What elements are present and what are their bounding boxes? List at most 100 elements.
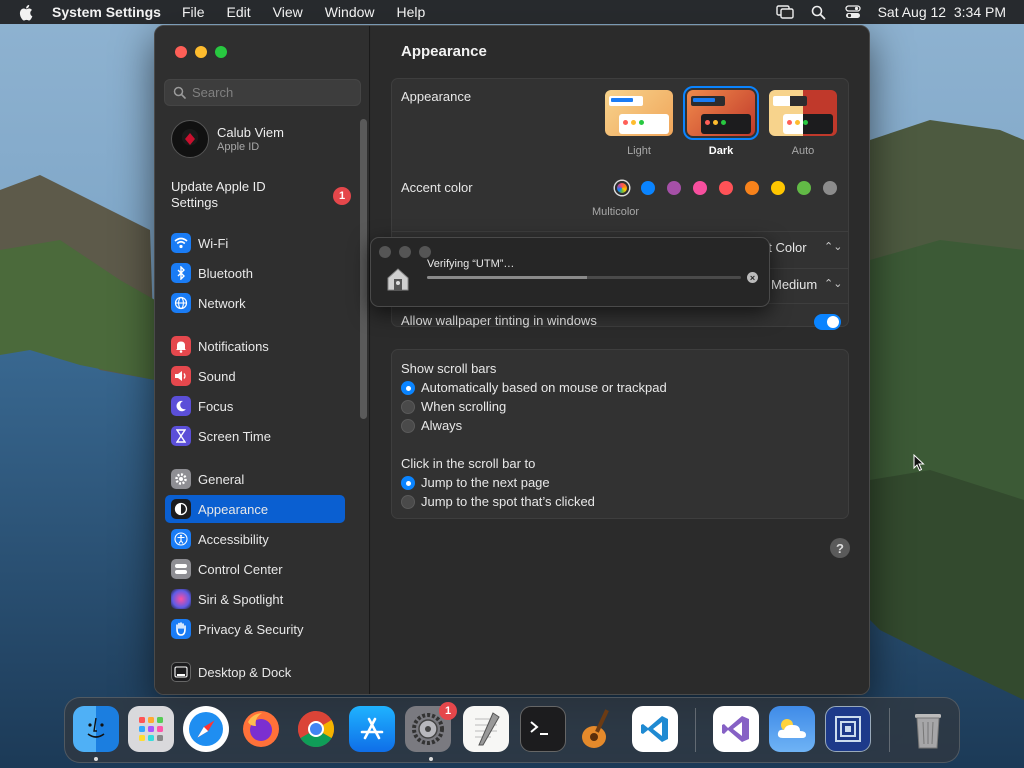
sidebar-item-screen-time[interactable]: Screen Time [165, 422, 345, 450]
accent-multicolor-swatch[interactable] [615, 181, 629, 195]
trash-icon[interactable] [905, 706, 951, 752]
scroll-when-scrolling-radio[interactable] [401, 400, 415, 414]
moon-icon [171, 396, 191, 416]
scroll-auto-label: Automatically based on mouse or trackpad [421, 380, 667, 395]
sidebar-item-label: Siri & Spotlight [198, 591, 284, 607]
app-menu[interactable]: System Settings [52, 4, 161, 20]
menubar-clock[interactable]: Sat Aug 12 3:34 PM [878, 4, 1006, 20]
speaker-icon [171, 366, 191, 386]
sidebar-item-sound[interactable]: Sound [165, 362, 345, 390]
verifying-dialog: Verifying “UTM”… × [370, 237, 770, 307]
garageband-icon[interactable] [575, 706, 621, 752]
wallpaper-tinting-label: Allow wallpaper tinting in windows [401, 313, 597, 328]
menu-window[interactable]: Window [325, 4, 375, 20]
scroll-auto-radio[interactable] [401, 381, 415, 395]
apple-menu-icon[interactable] [18, 3, 36, 21]
apple-id-profile[interactable]: Calub Viem Apple ID [171, 120, 284, 158]
hand-icon [171, 619, 191, 639]
accent-blue-swatch[interactable] [641, 181, 655, 195]
sidebar-item-desktop-dock[interactable]: Desktop & Dock [165, 658, 345, 686]
control-center-icon[interactable] [844, 4, 862, 20]
window-controls [175, 46, 227, 58]
theme-dark-label: Dark [708, 145, 734, 157]
sidebar-item-label: Network [198, 295, 246, 311]
sidebar-item-general[interactable]: General [165, 465, 345, 493]
sidebar-item-appearance[interactable]: Appearance [165, 495, 345, 523]
siri-icon [171, 589, 191, 609]
cancel-verify-icon[interactable]: × [747, 272, 758, 283]
system-settings-dock-icon[interactable]: 1 [405, 702, 457, 752]
accent-red-swatch[interactable] [719, 181, 733, 195]
search-input[interactable] [192, 85, 352, 100]
update-apple-id-settings[interactable]: Update Apple ID Settings 1 [171, 179, 351, 211]
minimize-window-button[interactable] [195, 46, 207, 58]
sidebar-item-network[interactable]: Network [165, 289, 345, 317]
help-button[interactable]: ? [830, 538, 850, 558]
sidebar-item-wifi[interactable]: Wi-Fi [165, 229, 345, 257]
sidebar-item-bluetooth[interactable]: Bluetooth [165, 259, 345, 287]
zoom-window-button[interactable] [215, 46, 227, 58]
app-store-icon[interactable] [349, 706, 395, 752]
settings-notification-badge: 1 [439, 702, 457, 720]
dock-separator [889, 708, 890, 752]
chevron-updown-icon: ⌃⌄ [824, 241, 843, 253]
security-house-icon [387, 268, 409, 291]
firefox-icon[interactable] [238, 706, 284, 752]
page-title: Appearance [401, 43, 487, 60]
sidebar-item-control-center[interactable]: Control Center [165, 555, 345, 583]
close-window-button[interactable] [175, 46, 187, 58]
accent-graphite-swatch[interactable] [823, 181, 837, 195]
textedit-icon[interactable] [463, 706, 509, 752]
chrome-icon[interactable] [293, 706, 339, 752]
verifying-progress-fill [427, 276, 588, 279]
menu-edit[interactable]: Edit [227, 4, 251, 20]
launchpad-icon[interactable] [128, 706, 174, 752]
theme-light-option[interactable] [605, 90, 673, 136]
dialog-zoom-button[interactable] [419, 246, 431, 258]
screen-mirroring-icon[interactable] [775, 4, 794, 20]
menu-file[interactable]: File [182, 4, 205, 20]
scroll-always-radio[interactable] [401, 419, 415, 433]
sidebar-search[interactable] [164, 79, 361, 106]
theme-auto-option[interactable] [769, 90, 837, 136]
sidebar-item-notifications[interactable]: Notifications [165, 332, 345, 360]
sidebar-icon-size-popup[interactable]: Medium [771, 277, 817, 292]
sidebar-item-focus[interactable]: Focus [165, 392, 345, 420]
sidebar-item-accessibility[interactable]: Accessibility [165, 525, 345, 553]
spotlight-search-icon[interactable] [810, 4, 828, 20]
jump-to-spot-radio[interactable] [401, 495, 415, 509]
verifying-progress-bar [427, 276, 741, 279]
accent-green-swatch[interactable] [797, 181, 811, 195]
theme-dark-option[interactable] [683, 86, 759, 140]
terminal-icon[interactable] [520, 706, 566, 752]
sidebar-item-label: Screen Time [198, 428, 271, 444]
dialog-close-button[interactable] [379, 246, 391, 258]
control-center-icon [171, 559, 191, 579]
menu-help[interactable]: Help [397, 4, 426, 20]
appearance-label: Appearance [401, 89, 472, 104]
vscode-icon[interactable] [632, 706, 678, 752]
weather-icon[interactable] [769, 706, 815, 752]
show-scroll-bars-label: Show scroll bars [401, 361, 497, 376]
jump-next-page-radio[interactable] [401, 476, 415, 490]
finder-icon[interactable] [73, 706, 119, 752]
menu-view[interactable]: View [273, 4, 303, 20]
wifi-icon [171, 233, 191, 253]
visual-studio-icon[interactable] [713, 706, 759, 752]
dock-separator [695, 708, 696, 752]
accent-yellow-swatch[interactable] [771, 181, 785, 195]
dialog-minimize-button[interactable] [399, 246, 411, 258]
chevron-updown-icon: ⌃⌄ [824, 278, 843, 290]
accent-pink-swatch[interactable] [693, 181, 707, 195]
accent-purple-swatch[interactable] [667, 181, 681, 195]
accent-orange-swatch[interactable] [745, 181, 759, 195]
sidebar-item-siri-spotlight[interactable]: Siri & Spotlight [165, 585, 345, 613]
preview-icon[interactable] [825, 706, 871, 752]
jump-next-page-label: Jump to the next page [421, 475, 550, 490]
wallpaper-tinting-toggle[interactable] [814, 314, 841, 330]
sidebar-item-privacy-security[interactable]: Privacy & Security [165, 615, 345, 643]
safari-icon[interactable] [183, 706, 229, 752]
sidebar-scrollbar[interactable] [360, 119, 367, 419]
verifying-title: Verifying “UTM”… [427, 258, 515, 270]
gear-icon [171, 469, 191, 489]
